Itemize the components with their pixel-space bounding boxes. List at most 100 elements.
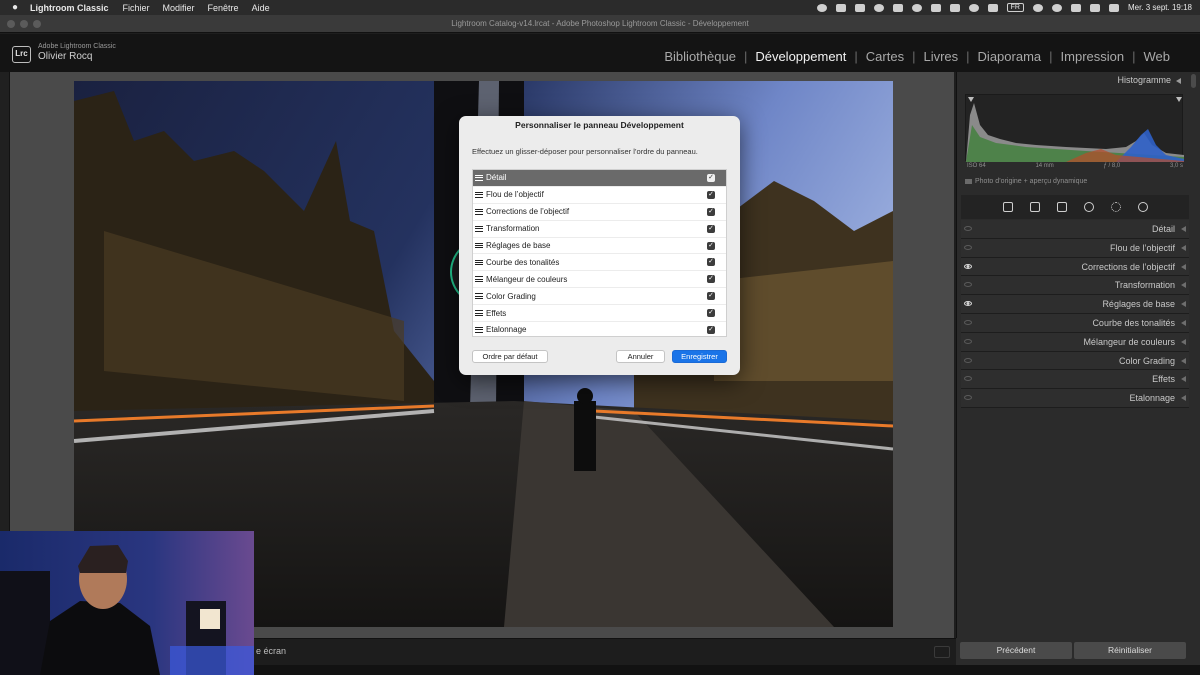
panel-order-item-effects[interactable]: Effets ✓ <box>473 305 726 323</box>
toolbar-label[interactable]: e écran <box>256 646 286 656</box>
panel-transformation[interactable]: Transformation <box>961 276 1189 296</box>
healing-icon[interactable] <box>1056 202 1067 212</box>
presets-icon[interactable] <box>1137 202 1148 212</box>
save-button[interactable]: Enregistrer <box>672 350 727 363</box>
expand-triangle-icon[interactable] <box>1181 301 1186 308</box>
drag-handle-icon[interactable] <box>475 326 483 335</box>
panel-basic[interactable]: Réglages de base <box>961 295 1189 314</box>
panel-order-item-color-grading[interactable]: Color Grading ✓ <box>473 288 726 306</box>
panel-order-item-lens-corrections[interactable]: Corrections de l’objectif ✓ <box>473 204 726 221</box>
menu-app-name[interactable]: Lightroom Classic <box>30 3 109 13</box>
panel-visible-checkbox[interactable]: ✓ <box>707 241 715 250</box>
panel-visible-checkbox[interactable]: ✓ <box>707 224 715 233</box>
histogram-graph[interactable] <box>965 94 1184 162</box>
status-icon[interactable] <box>854 3 865 12</box>
zoom-window-button[interactable] <box>33 20 41 28</box>
panel-effects[interactable]: Effets <box>961 370 1189 390</box>
module-developpement[interactable]: Développement <box>753 49 848 64</box>
drag-handle-icon[interactable] <box>475 275 483 284</box>
apple-menu-icon[interactable]: ● <box>0 2 30 13</box>
default-order-button[interactable]: Ordre par défaut <box>472 350 548 363</box>
panel-visibility-eye-icon[interactable] <box>964 263 972 269</box>
drag-handle-icon[interactable] <box>475 241 483 250</box>
expand-triangle-icon[interactable] <box>1181 395 1186 402</box>
search-icon[interactable] <box>1089 3 1100 12</box>
panel-order-item-lens-blur[interactable]: Flou de l’objectif ✓ <box>473 187 726 204</box>
panel-visible-checkbox[interactable]: ✓ <box>707 258 715 267</box>
menu-clock[interactable]: Mer. 3 sept. 19:18 <box>1128 3 1192 12</box>
panel-visibility-eye-icon[interactable] <box>964 282 972 288</box>
expand-triangle-icon[interactable] <box>1181 263 1186 270</box>
collapse-triangle-icon[interactable] <box>1176 78 1181 84</box>
panel-detail[interactable]: Détail <box>961 220 1189 239</box>
expand-triangle-icon[interactable] <box>1181 357 1186 364</box>
drag-handle-icon[interactable] <box>475 309 483 318</box>
original-preview-toggle[interactable]: Photo d’origine + aperçu dynamique <box>965 178 1087 185</box>
drag-handle-icon[interactable] <box>475 292 483 301</box>
close-window-button[interactable] <box>7 20 15 28</box>
status-icon[interactable] <box>816 3 827 12</box>
expand-triangle-icon[interactable] <box>1181 244 1186 251</box>
panel-visible-checkbox[interactable]: ✓ <box>707 309 715 318</box>
red-eye-icon[interactable] <box>1083 202 1094 212</box>
drag-handle-icon[interactable] <box>475 258 483 267</box>
toolbar-dropdown[interactable] <box>934 646 950 658</box>
minimize-window-button[interactable] <box>20 20 28 28</box>
panel-color-mixer[interactable]: Mélangeur de couleurs <box>961 332 1189 352</box>
expand-triangle-icon[interactable] <box>1181 226 1186 232</box>
module-impression[interactable]: Impression <box>1059 49 1127 64</box>
crop-icon[interactable] <box>1029 202 1040 212</box>
panel-lens-blur[interactable]: Flou de l’objectif <box>961 238 1189 258</box>
status-icon[interactable] <box>1032 3 1043 12</box>
menu-fichier[interactable]: Fichier <box>123 3 150 13</box>
cancel-button[interactable]: Annuler <box>616 350 665 363</box>
status-icon[interactable] <box>911 3 922 12</box>
drag-handle-icon[interactable] <box>475 174 483 183</box>
status-icon[interactable] <box>892 3 903 12</box>
panel-visible-checkbox[interactable]: ✓ <box>707 275 715 284</box>
panel-visible-checkbox[interactable]: ✓ <box>707 174 715 182</box>
wifi-icon[interactable] <box>1070 3 1081 12</box>
expand-triangle-icon[interactable] <box>1181 338 1186 345</box>
panel-calibration[interactable]: Etalonnage <box>961 389 1189 408</box>
status-icon[interactable] <box>873 3 884 12</box>
status-icon[interactable] <box>835 3 846 12</box>
panel-visible-checkbox[interactable]: ✓ <box>707 190 715 199</box>
module-diaporama[interactable]: Diaporama <box>976 49 1044 64</box>
menu-fenetre[interactable]: Fenêtre <box>208 3 239 13</box>
panel-color-grading[interactable]: Color Grading <box>961 351 1189 371</box>
control-center-icon[interactable] <box>1108 3 1119 12</box>
panel-visibility-eye-icon[interactable] <box>964 244 972 250</box>
menu-modifier[interactable]: Modifier <box>163 3 195 13</box>
module-livres[interactable]: Livres <box>921 49 960 64</box>
drag-handle-icon[interactable] <box>475 191 483 200</box>
status-icon[interactable] <box>930 3 941 12</box>
panel-tone-curve[interactable]: Courbe des tonalités <box>961 313 1189 333</box>
expand-triangle-icon[interactable] <box>1181 376 1186 383</box>
panel-order-item-calibration[interactable]: Etalonnage ✓ <box>473 322 726 339</box>
panel-visible-checkbox[interactable]: ✓ <box>707 326 715 335</box>
menu-aide[interactable]: Aide <box>252 3 270 13</box>
drag-handle-icon[interactable] <box>475 224 483 233</box>
module-cartes[interactable]: Cartes <box>864 49 906 64</box>
edit-sliders-icon[interactable] <box>1002 202 1013 212</box>
drag-handle-icon[interactable] <box>475 207 483 216</box>
panel-lens-corrections[interactable]: Corrections de l’objectif <box>961 257 1189 277</box>
reset-button[interactable]: Réinitialiser <box>1074 642 1186 659</box>
panel-visible-checkbox[interactable]: ✓ <box>707 207 715 216</box>
panel-order-item-tone-curve[interactable]: Courbe des tonalités ✓ <box>473 254 726 272</box>
panel-order-item-basic[interactable]: Réglages de base ✓ <box>473 238 726 255</box>
module-web[interactable]: Web <box>1142 49 1173 64</box>
status-icon[interactable] <box>987 3 998 12</box>
panel-visibility-eye-icon[interactable] <box>964 226 972 231</box>
panel-visibility-eye-icon[interactable] <box>964 357 972 363</box>
input-language-badge[interactable]: FR <box>1006 3 1024 12</box>
histogram-header[interactable]: Histogramme <box>957 72 1200 89</box>
panel-visibility-eye-icon[interactable] <box>964 319 972 325</box>
status-icon[interactable] <box>949 3 960 12</box>
panel-visibility-eye-icon[interactable] <box>964 301 972 307</box>
panel-order-item-color-mixer[interactable]: Mélangeur de couleurs ✓ <box>473 271 726 289</box>
panel-scrollbar[interactable] <box>1191 74 1196 88</box>
panel-order-item-detail[interactable]: Détail ✓ <box>473 170 726 187</box>
panel-visibility-eye-icon[interactable] <box>964 376 972 382</box>
